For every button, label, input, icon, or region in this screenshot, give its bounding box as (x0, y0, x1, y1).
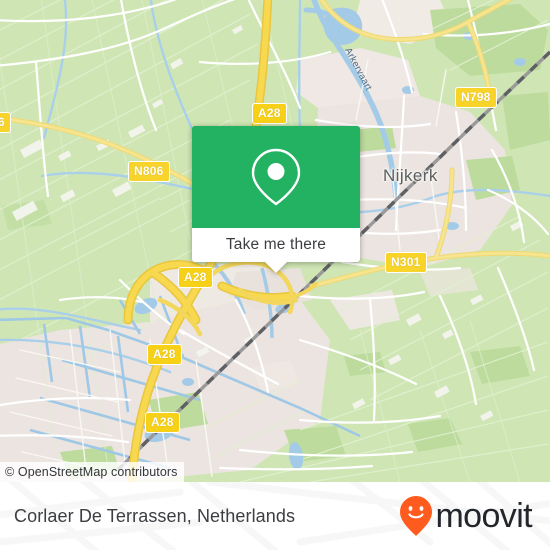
take-me-there-popup[interactable]: Take me there (192, 126, 360, 273)
road-shield-n798: N798 (455, 87, 497, 108)
road-shield-a28-lower: A28 (147, 344, 182, 365)
page-title: Corlaer De Terrassen, Netherlands (14, 505, 296, 526)
road-shield-n806: N806 (128, 161, 170, 182)
map-pin-icon (251, 148, 301, 206)
popup-action-bar[interactable]: Take me there (192, 228, 360, 273)
road-shield-a28-bottom: A28 (145, 412, 180, 433)
popup-pointer (265, 262, 287, 273)
moovit-pin-smiley-icon (400, 496, 433, 536)
popup-icon-area (192, 126, 360, 228)
footer-bar: Corlaer De Terrassen, Netherlands moovit (0, 482, 550, 550)
map-canvas[interactable]: A28 N806 N798 N301 A28 A28 A28 6 Nijkerk… (0, 0, 550, 482)
osm-attribution: © OpenStreetMap contributors (0, 462, 184, 482)
moovit-logo[interactable]: moovit (399, 495, 533, 537)
moovit-wordmark: moovit (435, 497, 532, 535)
map-page: A28 N806 N798 N301 A28 A28 A28 6 Nijkerk… (0, 0, 550, 550)
road-shield-edge: 6 (0, 112, 11, 133)
road-shield-a28-mid: A28 (178, 267, 213, 288)
place-label-nijkerk: Nijkerk (383, 166, 438, 185)
road-shield-n301: N301 (385, 252, 427, 273)
road-shield-a28-north: A28 (252, 103, 287, 124)
take-me-there-label: Take me there (225, 236, 327, 253)
